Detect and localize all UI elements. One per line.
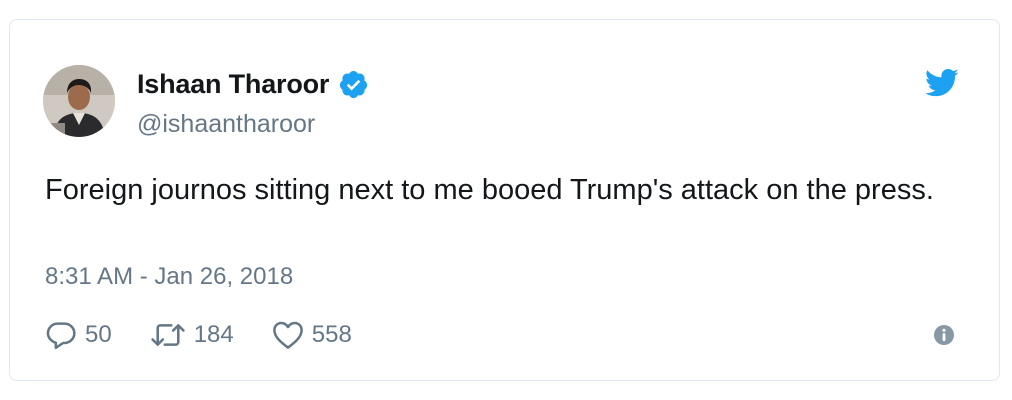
avatar-photo bbox=[43, 65, 115, 137]
like-count: 558 bbox=[311, 321, 352, 348]
heart-icon bbox=[272, 320, 304, 350]
twitter-bird-icon[interactable] bbox=[925, 68, 959, 98]
tweet-timestamp[interactable]: 8:31 AM - Jan 26, 2018 bbox=[45, 263, 293, 291]
retweet-count: 184 bbox=[193, 321, 234, 348]
verified-badge-icon bbox=[338, 69, 369, 100]
tweet-text: Foreign journos sitting next to me booed… bbox=[45, 174, 934, 206]
author-handle[interactable]: @ishaantharoor bbox=[137, 110, 315, 139]
tweet-card: Ishaan Tharoor @ishaantharoor Foreign jo… bbox=[9, 19, 1000, 381]
author-row: Ishaan Tharoor bbox=[137, 66, 369, 102]
retweet-icon bbox=[150, 320, 186, 350]
avatar[interactable] bbox=[43, 65, 115, 137]
like-button[interactable]: 558 bbox=[272, 320, 352, 350]
info-icon[interactable] bbox=[933, 324, 955, 346]
author-name[interactable]: Ishaan Tharoor bbox=[137, 69, 329, 100]
retweet-button[interactable]: 184 bbox=[150, 320, 234, 350]
reply-icon bbox=[45, 319, 77, 351]
reply-button[interactable]: 50 bbox=[45, 319, 112, 351]
reply-count: 50 bbox=[85, 321, 112, 348]
tweet-actions: 50 184 558 bbox=[45, 317, 390, 353]
